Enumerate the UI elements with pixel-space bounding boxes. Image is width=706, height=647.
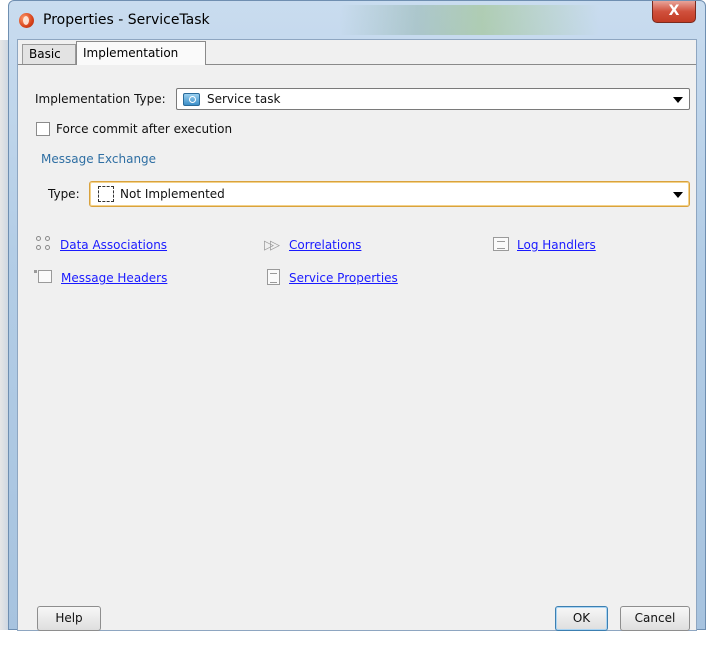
log-handlers-icon [493, 237, 509, 251]
tab-strip: Basic Implementation [18, 40, 696, 65]
message-type-label: Type: [48, 187, 80, 201]
data-associations-link[interactable]: Data Associations [60, 238, 167, 252]
correlations-icon: ▷▷ [264, 238, 280, 253]
chevron-down-icon[interactable] [673, 97, 683, 103]
title-bar-decoration [339, 5, 599, 35]
correlations-link[interactable]: Correlations [289, 238, 361, 252]
service-properties-icon [267, 269, 280, 285]
cancel-button[interactable]: Cancel [620, 606, 690, 631]
app-icon [19, 13, 34, 28]
service-task-icon [183, 93, 200, 106]
window-title: Properties - ServiceTask [43, 12, 210, 28]
dialog-footer: Help OK Cancel [18, 594, 696, 631]
message-type-value: Not Implemented [120, 187, 225, 201]
tab-basic[interactable]: Basic [22, 44, 76, 64]
tab-implementation[interactable]: Implementation [76, 41, 206, 65]
close-button[interactable]: X [652, 1, 696, 23]
log-handlers-link[interactable]: Log Handlers [517, 238, 596, 252]
data-associations-icon [36, 236, 52, 252]
message-exchange-header: Message Exchange [41, 152, 157, 166]
window-left-edge [0, 40, 8, 630]
implementation-panel: Implementation Type: Service task Force … [18, 64, 696, 604]
message-headers-link[interactable]: Message Headers [61, 271, 167, 285]
message-type-select[interactable]: Not Implemented [89, 181, 690, 207]
ok-button[interactable]: OK [555, 606, 608, 631]
implementation-type-value: Service task [207, 92, 281, 106]
chevron-down-icon[interactable] [673, 192, 683, 198]
implementation-type-label: Implementation Type: [35, 92, 166, 106]
not-implemented-icon [98, 186, 114, 202]
implementation-type-select[interactable]: Service task [176, 88, 690, 110]
properties-window: Properties - ServiceTask X Basic Impleme… [8, 0, 706, 631]
title-bar[interactable]: Properties - ServiceTask X [9, 1, 705, 39]
dialog-content: Basic Implementation Implementation Type… [17, 39, 697, 631]
help-button[interactable]: Help [37, 606, 101, 631]
message-headers-icon [34, 270, 52, 283]
service-properties-link[interactable]: Service Properties [289, 271, 398, 285]
force-commit-label[interactable]: Force commit after execution [56, 122, 232, 136]
force-commit-checkbox[interactable] [36, 122, 50, 136]
